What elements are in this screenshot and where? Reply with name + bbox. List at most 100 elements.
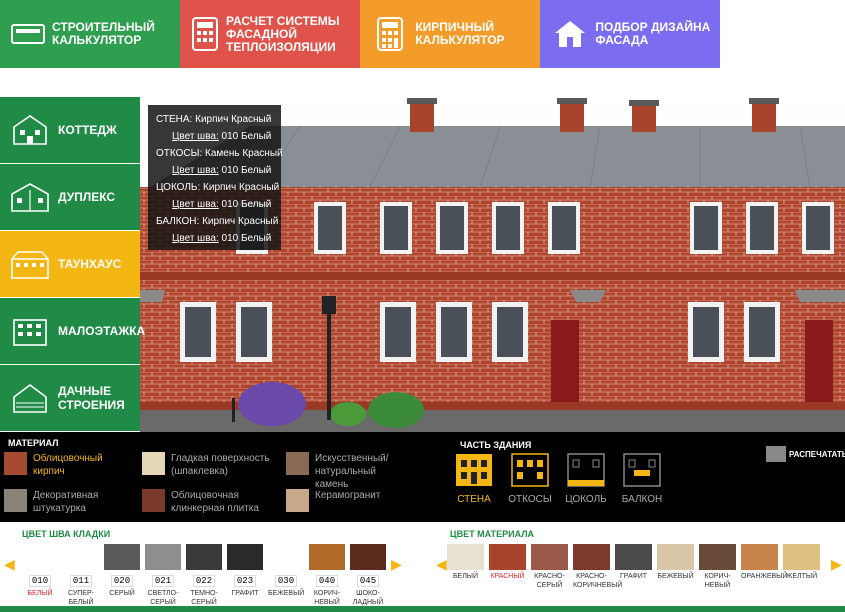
seam-next-arrow-icon[interactable]: ▶ [391, 556, 402, 572]
sidebar-item-cottage[interactable]: Коттедж [0, 97, 140, 164]
info-seam-link[interactable]: Цвет шва: [172, 131, 219, 142]
info-value: Камень Красный [205, 148, 283, 159]
seam-color-box [104, 544, 140, 570]
nav-tile-facade-design[interactable]: Подбор дизайна фасада [540, 0, 720, 68]
material-label: Облицовочная клинкерная плитка [171, 490, 259, 514]
material-option-facing-brick[interactable]: Облицовочный кирпич [4, 452, 134, 478]
print-button[interactable]: Распечатать [766, 446, 845, 462]
options-panel: Материал Облицовочный кирпич Гладкая пов… [0, 432, 845, 522]
info-value: Кирпич Красный [195, 114, 272, 125]
nav-tile-building-calculator[interactable]: Строительный калькулятор [0, 0, 180, 68]
material-color-swatch[interactable]: желтый [783, 544, 820, 581]
material-color-swatch[interactable]: оранжевый [741, 544, 787, 581]
seam-color-swatch[interactable]: 030 бежевый [268, 544, 304, 598]
seam-color-code: 010 [28, 575, 52, 587]
seam-color-swatch[interactable]: 023 графит [227, 544, 263, 598]
part-option-slopes[interactable]: Откосы [500, 452, 560, 505]
seam-color-swatch[interactable]: 040 корич- невый [309, 544, 345, 607]
material-option-porcelain[interactable]: Керамогранит [286, 489, 396, 512]
material-option-plaster[interactable]: Декоративная штукатурка [4, 489, 134, 515]
material-swatch [286, 489, 309, 512]
sidebar-item-label: Коттедж [58, 123, 117, 137]
seam-color-code: 022 [192, 575, 216, 587]
material-color-swatch[interactable]: графит [615, 544, 652, 581]
seam-color-swatch[interactable]: 010 белый [22, 544, 58, 598]
calculator-grid-icon [370, 11, 409, 57]
part-option-balcony[interactable]: Балкон [612, 452, 672, 505]
material-color-box [741, 544, 778, 570]
print-label: Распечатать [789, 449, 845, 459]
seam-color-name: графит [231, 590, 259, 597]
material-color-title: Цвет материала [450, 529, 535, 539]
building-type-sidebar: Коттедж Дуплекс Таунхаус Малоэтажка Дачн… [0, 97, 145, 432]
lowrise-icon [10, 313, 50, 349]
seam-color-swatch[interactable]: 045 шоко- ладный [350, 544, 386, 607]
material-label: Керамогранит [315, 490, 381, 501]
material-color-name: графит [619, 573, 648, 580]
seam-color-swatch[interactable]: 020 серый [104, 544, 140, 598]
material-option-stone[interactable]: Искусственный/ натуральный камень [286, 452, 396, 491]
nav-tile-label: Расчет системы фасадной теплоизоляции [226, 13, 340, 54]
seam-color-swatch[interactable]: 021 светло- серый [145, 544, 181, 607]
sidebar-item-lowrise[interactable]: Малоэтажка [0, 298, 145, 365]
material-option-clinker[interactable]: Облицовочная клинкерная плитка [142, 489, 272, 515]
info-value: 010 Белый [221, 199, 272, 210]
material-color-box [615, 544, 652, 570]
house-icon [550, 11, 589, 57]
plinth-icon [567, 453, 605, 487]
material-color-box [783, 544, 820, 570]
seam-color-swatch[interactable]: 011 супер- белый [63, 544, 99, 607]
material-swatch [286, 452, 309, 475]
seam-color-name: серый [109, 590, 135, 597]
sidebar-item-townhouse[interactable]: Таунхаус [0, 231, 140, 298]
material-next-arrow-icon[interactable]: ▶ [831, 556, 842, 572]
info-seam-link[interactable]: Цвет шва: [172, 233, 219, 244]
part-label: Цоколь [565, 494, 607, 505]
material-color-swatch[interactable]: красный [489, 544, 526, 581]
material-color-swatch[interactable]: красно- серый [531, 544, 568, 590]
sidebar-item-duplex[interactable]: Дуплекс [0, 164, 140, 231]
seam-color-code: 011 [69, 575, 93, 587]
townhouse-icon [10, 246, 50, 282]
material-title: Материал [8, 438, 59, 448]
seam-color-swatch[interactable]: 022 темно- серый [186, 544, 222, 607]
material-label: Гладкая поверхность (шпаклевка) [171, 453, 270, 477]
part-option-wall[interactable]: Стена [444, 452, 504, 505]
seam-color-name: бежевый [268, 590, 305, 597]
seam-color-code: 045 [356, 575, 380, 587]
printer-icon [766, 446, 786, 462]
nav-tile-label: Строительный калькулятор [52, 20, 155, 47]
seam-color-box [145, 544, 181, 570]
nav-tile-insulation-calc[interactable]: Расчет системы фасадной теплоизоляции [180, 0, 360, 68]
sidebar-item-label: Малоэтажка [58, 324, 146, 338]
material-color-name: желтый [785, 573, 818, 580]
info-value: 010 Белый [221, 131, 272, 142]
top-navigation: Строительный калькулятор Расчет системы … [0, 0, 720, 68]
material-color-name: корич- невый [704, 573, 731, 589]
building-part-title: Часть здания [460, 440, 532, 450]
info-value: Кирпич Красный [203, 182, 280, 193]
material-color-name: красно- коричневый [573, 573, 623, 589]
sidebar-item-cabin[interactable]: Дачные строения [0, 365, 140, 432]
material-color-swatch[interactable]: корич- невый [699, 544, 736, 590]
info-value: 010 Белый [221, 165, 272, 176]
seam-prev-arrow-icon[interactable]: ◀ [4, 556, 15, 572]
material-option-smooth[interactable]: Гладкая поверхность (шпаклевка) [142, 452, 272, 478]
material-prev-arrow-icon[interactable]: ◀ [436, 556, 447, 572]
material-color-name: красно- серый [534, 573, 565, 589]
part-label: Стена [457, 494, 491, 505]
material-color-name: красный [490, 573, 525, 580]
info-seam-link[interactable]: Цвет шва: [172, 165, 219, 176]
material-color-swatch[interactable]: бежевый [657, 544, 694, 581]
info-seam-link[interactable]: Цвет шва: [172, 199, 219, 210]
material-swatch [142, 489, 165, 512]
material-swatch [142, 452, 165, 475]
wall-icon [456, 454, 492, 486]
material-color-box [531, 544, 568, 570]
seam-color-code: 030 [274, 575, 298, 587]
nav-tile-brick-calc[interactable]: Кирпичный калькулятор [360, 0, 540, 68]
seam-color-code: 021 [151, 575, 175, 587]
material-color-swatch[interactable]: красно- коричневый [573, 544, 623, 590]
part-option-plinth[interactable]: Цоколь [556, 452, 616, 505]
material-color-swatch[interactable]: белый [447, 544, 484, 581]
